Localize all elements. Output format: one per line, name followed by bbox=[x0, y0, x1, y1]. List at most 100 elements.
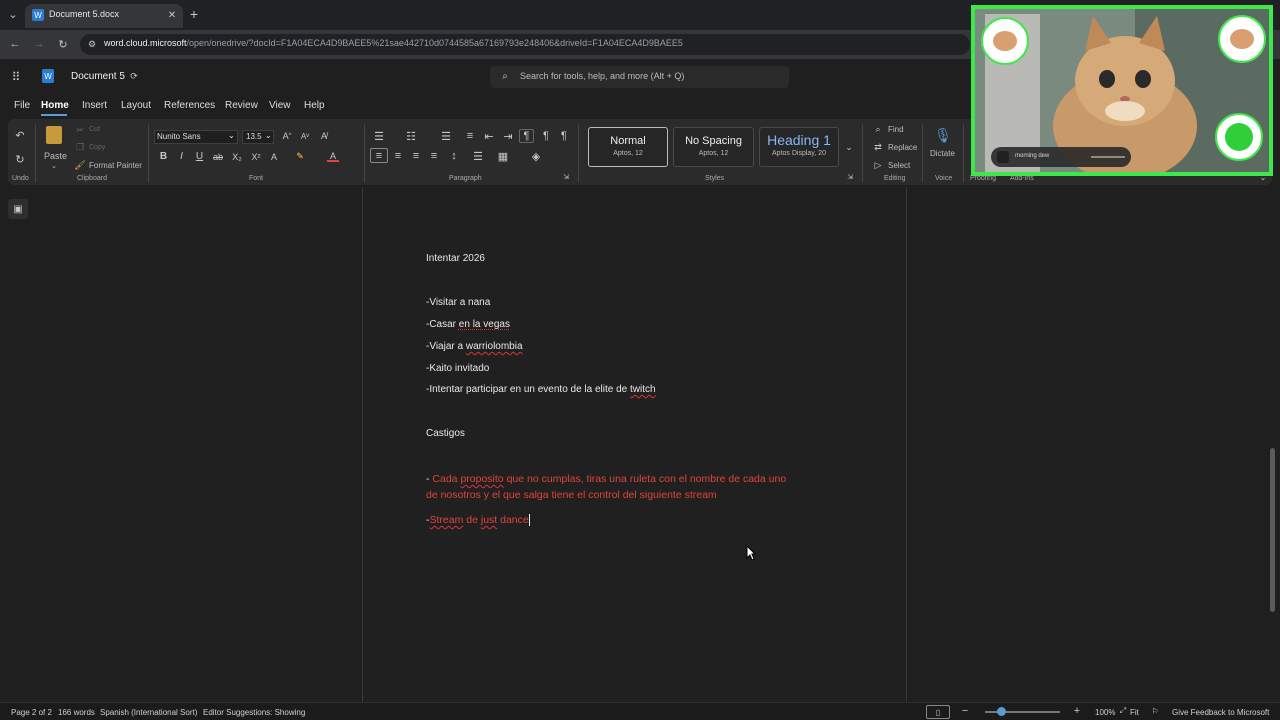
shading-icon[interactable]: ◈ bbox=[530, 150, 542, 163]
paste-icon[interactable] bbox=[46, 126, 62, 144]
doc-item-intentar-b: twitch bbox=[630, 384, 656, 395]
sync-status-icon[interactable]: ⟳ bbox=[128, 70, 140, 82]
tab-list-chevron-icon[interactable]: ⌄ bbox=[6, 7, 20, 21]
close-tab-icon[interactable]: ✕ bbox=[165, 8, 179, 22]
app-launcher-icon[interactable]: ⠿ bbox=[9, 70, 23, 84]
decrease-indent-icon[interactable]: ⇤ bbox=[483, 130, 495, 143]
font-name-select[interactable]: Nunito Sans ⌄ bbox=[154, 130, 238, 144]
doc-heading-castigos[interactable]: Castigos bbox=[426, 428, 465, 439]
paragraph-dialog-launcher-icon[interactable]: ⇲ bbox=[562, 173, 570, 181]
print-layout-icon[interactable]: ▯ bbox=[926, 705, 950, 719]
zoom-out-icon[interactable]: − bbox=[960, 705, 970, 717]
find-button[interactable]: Find bbox=[888, 125, 904, 134]
tab-review[interactable]: Review bbox=[225, 100, 258, 111]
subscript-icon[interactable]: X₂ bbox=[231, 151, 243, 162]
style-heading1[interactable]: Heading 1 Aptos Display, 20 bbox=[759, 127, 839, 167]
grow-font-icon[interactable]: A ^ bbox=[281, 130, 293, 142]
language-status[interactable]: Spanish (International Sort) bbox=[100, 708, 197, 717]
font-size-select[interactable]: 13.5 ⌄ bbox=[242, 130, 274, 144]
forward-icon[interactable]: → bbox=[32, 37, 46, 51]
vertical-scrollbar[interactable] bbox=[1270, 448, 1275, 612]
zoom-level[interactable]: 100% bbox=[1095, 708, 1115, 717]
microphone-icon[interactable]: 🎙 bbox=[934, 126, 952, 144]
clear-format-icon[interactable]: A̸ bbox=[318, 130, 330, 142]
format-painter-button[interactable]: Format Painter bbox=[89, 161, 142, 170]
justify-icon[interactable]: ≡ bbox=[428, 150, 440, 162]
select-button[interactable]: Select bbox=[888, 161, 910, 170]
align-right-icon[interactable]: ≡ bbox=[410, 150, 422, 162]
bullets-icon[interactable]: ☰ bbox=[373, 130, 385, 143]
numbering-icon[interactable]: ☷ bbox=[405, 130, 417, 143]
doc-paragraph-ruleta-line2[interactable]: de nosotros y el que salga tiene el cont… bbox=[426, 489, 717, 501]
doc-p2-b: de bbox=[463, 514, 481, 526]
site-info-icon[interactable]: ⚙ bbox=[86, 38, 98, 50]
tab-layout[interactable]: Layout bbox=[121, 100, 151, 111]
tab-help[interactable]: Help bbox=[304, 100, 325, 111]
align-left-icon[interactable]: ≡ bbox=[370, 148, 388, 163]
page-count[interactable]: Page 2 of 2 bbox=[11, 708, 52, 717]
document-page[interactable] bbox=[362, 187, 907, 702]
word-favicon-icon: W bbox=[32, 9, 44, 21]
increase-indent-icon[interactable]: ⇥ bbox=[502, 130, 514, 143]
show-marks-icon[interactable]: ¶ bbox=[558, 130, 570, 142]
italic-icon[interactable]: I bbox=[176, 151, 187, 162]
doc-item-viajar[interactable]: -Viajar a warriolombia bbox=[426, 341, 523, 352]
paragraph-spacing-icon[interactable]: ☰ bbox=[472, 150, 484, 163]
word-logo-icon: W bbox=[42, 69, 54, 83]
zoom-in-icon[interactable]: + bbox=[1072, 705, 1082, 717]
list-icon[interactable]: ≡ bbox=[464, 130, 476, 142]
paste-dropdown-icon[interactable]: ⌄ bbox=[50, 162, 58, 170]
tab-home[interactable]: Home bbox=[41, 100, 69, 111]
tab-file[interactable]: File bbox=[14, 100, 30, 111]
ltr-icon[interactable]: ¶ bbox=[519, 129, 534, 143]
rtl-icon[interactable]: ¶ bbox=[540, 130, 552, 142]
new-tab-icon[interactable]: + bbox=[187, 6, 201, 22]
replace-button[interactable]: Replace bbox=[888, 143, 917, 152]
underline-icon[interactable]: U bbox=[194, 151, 205, 162]
line-spacing-icon[interactable]: ↕ bbox=[448, 150, 460, 162]
styles-dialog-launcher-icon[interactable]: ⇲ bbox=[846, 173, 854, 181]
doc-item-casar[interactable]: -Casar en la vegas bbox=[426, 319, 510, 330]
doc-item-intentar[interactable]: -Intentar participar en un evento de la … bbox=[426, 384, 656, 395]
style-no-spacing[interactable]: No Spacing Aptos, 12 bbox=[673, 127, 754, 167]
font-color-icon[interactable]: A bbox=[327, 151, 339, 162]
copy-button[interactable]: Copy bbox=[89, 144, 105, 151]
paste-button[interactable]: Paste bbox=[44, 151, 67, 161]
cut-button[interactable]: Cut bbox=[89, 126, 100, 133]
borders-icon[interactable]: ▦ bbox=[497, 150, 509, 163]
search-input[interactable]: ⌕ Search for tools, help, and more (Alt … bbox=[490, 66, 789, 88]
doc-paragraph-stream[interactable]: -Stream de just dance bbox=[426, 514, 530, 527]
doc-paragraph-ruleta-line1[interactable]: - Cada proposito que no cumplas, tiras u… bbox=[426, 473, 786, 485]
multilevel-list-icon[interactable]: ☰ bbox=[440, 130, 452, 143]
strikethrough-icon[interactable]: ab bbox=[212, 151, 224, 162]
tab-title: Document 5.docx bbox=[49, 9, 120, 19]
word-count[interactable]: 166 words bbox=[58, 708, 95, 717]
bold-icon[interactable]: B bbox=[158, 151, 169, 162]
zoom-slider-thumb[interactable] bbox=[997, 707, 1006, 716]
highlight-icon[interactable]: ✎ bbox=[294, 151, 306, 162]
text-effects-icon[interactable]: A bbox=[268, 151, 280, 162]
url-field[interactable]: ⚙ word.cloud.microsoft/open/onedrive/?do… bbox=[80, 34, 970, 55]
shrink-font-icon[interactable]: Av bbox=[299, 130, 311, 142]
tab-insert[interactable]: Insert bbox=[82, 100, 107, 111]
dictate-button[interactable]: Dictate bbox=[930, 149, 955, 158]
tab-view[interactable]: View bbox=[269, 100, 291, 111]
undo-icon[interactable]: ↶ bbox=[13, 128, 27, 142]
tab-references[interactable]: References bbox=[164, 100, 215, 111]
feedback-link[interactable]: Give Feedback to Microsoft bbox=[1172, 708, 1269, 717]
doc-heading-intentar[interactable]: Intentar 2026 bbox=[426, 253, 485, 264]
navigation-pane-icon[interactable]: ▣ bbox=[8, 199, 28, 219]
reload-icon[interactable]: ↻ bbox=[56, 37, 70, 51]
doc-item-kaito[interactable]: -Kaito invitado bbox=[426, 363, 489, 374]
align-center-icon[interactable]: ≡ bbox=[392, 150, 404, 162]
document-title[interactable]: Document 5 bbox=[71, 71, 125, 82]
fit-button[interactable]: Fit bbox=[1130, 708, 1139, 717]
back-icon[interactable]: ← bbox=[8, 37, 22, 51]
superscript-icon[interactable]: X² bbox=[250, 151, 262, 162]
browser-tab-active[interactable]: W Document 5.docx ✕ bbox=[25, 4, 183, 28]
editor-status[interactable]: Editor Suggestions: Showing bbox=[203, 708, 305, 717]
doc-item-visitar[interactable]: -Visitar a nana bbox=[426, 297, 490, 308]
redo-icon[interactable]: ↻ bbox=[13, 152, 27, 166]
styles-more-icon[interactable]: ⌄ bbox=[844, 141, 854, 153]
style-normal[interactable]: Normal Aptos, 12 bbox=[588, 127, 668, 167]
